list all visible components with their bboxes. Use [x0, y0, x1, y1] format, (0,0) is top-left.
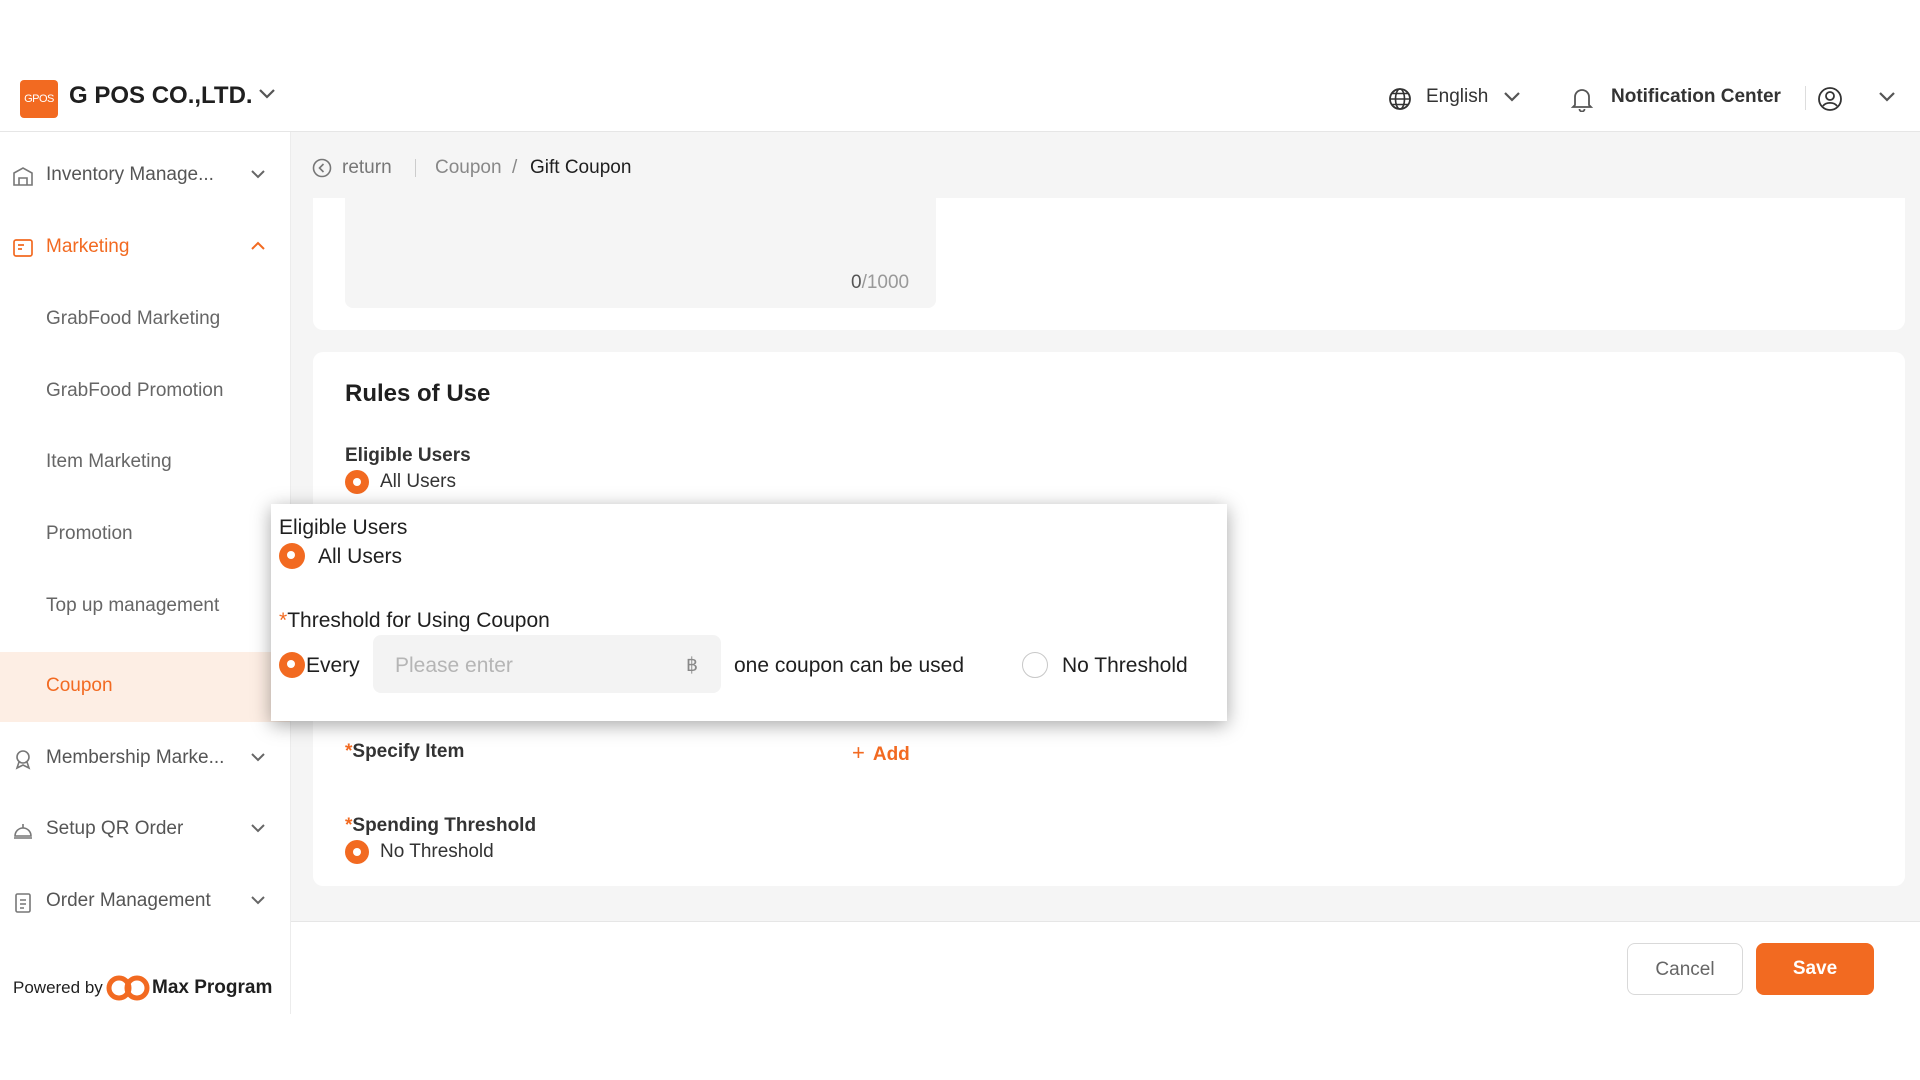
chevron-down-icon	[251, 753, 265, 762]
every-label: Every	[306, 654, 360, 677]
sidebar-item-setup-qr-order[interactable]: Setup QR Order	[0, 795, 290, 865]
sidebar-item-grabfood-promotion[interactable]: GrabFood Promotion	[0, 357, 290, 427]
chevron-down-icon[interactable]	[1878, 91, 1896, 103]
sidebar-item-promotion[interactable]: Promotion	[0, 500, 290, 570]
globe-icon[interactable]	[1388, 87, 1412, 111]
marketing-icon	[13, 239, 33, 257]
chevron-down-icon	[251, 824, 265, 833]
counter-max: /1000	[861, 272, 910, 293]
save-button[interactable]: Save	[1756, 943, 1874, 995]
threshold-amount-placeholder: Please enter	[395, 654, 513, 677]
sidebar-item-label: Marketing	[46, 236, 130, 257]
required-mark: *	[279, 609, 288, 632]
chevron-down-icon	[251, 896, 265, 905]
add-item-button[interactable]: + Add	[852, 740, 910, 766]
sidebar-item-label: Order Management	[46, 890, 211, 911]
sidebar-item-label: Coupon	[46, 675, 113, 696]
back-circle-icon[interactable]	[312, 158, 332, 178]
chevron-down-icon[interactable]	[258, 88, 276, 100]
counter-current: 0	[851, 272, 862, 293]
language-selector[interactable]: English	[1426, 86, 1488, 108]
sidebar-item-inventory[interactable]: Inventory Manage...	[0, 141, 290, 211]
sidebar-item-grabfood-marketing[interactable]: GrabFood Marketing	[0, 285, 290, 355]
breadcrumb-current: Gift Coupon	[530, 157, 632, 178]
spending-threshold-label: *Spending Threshold	[345, 815, 536, 837]
description-textarea[interactable]	[345, 198, 936, 308]
all-users-option: All Users	[380, 471, 457, 492]
return-link[interactable]: return	[342, 157, 392, 179]
chevron-up-icon	[251, 241, 265, 250]
powered-by-label: Powered by	[13, 978, 103, 997]
sidebar-item-coupon[interactable]: Coupon	[0, 652, 290, 722]
popup-all-users-radio[interactable]	[279, 543, 305, 569]
sidebar-item-label: Item Marketing	[46, 451, 172, 472]
membership-icon	[15, 750, 31, 770]
sidebar-item-item-marketing[interactable]: Item Marketing	[0, 428, 290, 498]
add-label: Add	[872, 744, 910, 765]
breadcrumb-separator: /	[512, 157, 518, 178]
clipboard-icon	[15, 893, 31, 913]
breadcrumb-divider	[415, 159, 416, 177]
service-bell-icon	[14, 824, 32, 839]
breadcrumb-coupon[interactable]: Coupon	[435, 157, 502, 179]
spending-threshold-text: Spending Threshold	[352, 815, 537, 836]
all-users-radio[interactable]	[345, 470, 369, 494]
bell-icon[interactable]	[1570, 86, 1594, 112]
popup-eligible-users-label: Eligible Users	[279, 516, 408, 539]
sidebar-item-top-up[interactable]: Top up management	[0, 572, 290, 642]
sidebar-item-label: Top up management	[46, 595, 220, 616]
baht-currency-icon: ฿	[686, 655, 699, 676]
sidebar-item-membership[interactable]: Membership Marke...	[0, 724, 290, 794]
no-threshold-radio-popup[interactable]	[1022, 652, 1048, 678]
max-program-logo	[106, 975, 150, 1001]
no-threshold-radio[interactable]	[345, 840, 369, 864]
chevron-down-icon	[251, 170, 265, 179]
chevron-down-icon[interactable]	[1503, 91, 1521, 103]
warehouse-icon	[13, 167, 33, 186]
sidebar-item-label: GrabFood Marketing	[46, 308, 221, 329]
threshold-label-text: Threshold for Using Coupon	[287, 609, 550, 632]
sidebar-item-label: GrabFood Promotion	[46, 380, 224, 401]
sidebar-item-label: Setup QR Order	[46, 818, 184, 839]
popup-all-users-option: All Users	[318, 545, 403, 568]
header-divider	[1805, 86, 1806, 110]
threshold-label: *Threshold for Using Coupon	[279, 609, 550, 633]
sidebar-item-label: Inventory Manage...	[46, 164, 214, 185]
specify-item-label: *Specify Item	[345, 741, 464, 763]
no-threshold-label: No Threshold	[1062, 654, 1188, 677]
eligible-users-label: Eligible Users	[345, 445, 471, 466]
cancel-button[interactable]: Cancel	[1627, 943, 1743, 995]
rules-of-use-title: Rules of Use	[345, 380, 491, 407]
sidebar-item-label: Membership Marke...	[46, 747, 225, 768]
user-avatar-icon[interactable]	[1817, 86, 1843, 112]
company-name[interactable]: G POS CO.,LTD.	[69, 82, 253, 110]
sidebar-item-order-management[interactable]: Order Management	[0, 867, 290, 937]
every-radio[interactable]	[279, 652, 305, 678]
sidebar-item-marketing[interactable]: Marketing	[0, 213, 290, 283]
no-threshold-option: No Threshold	[380, 841, 494, 862]
max-program-brand: Max Program	[152, 977, 273, 998]
specify-item-text: Specify Item	[352, 741, 465, 762]
sidebar: Inventory Manage... Marketing GrabFood M…	[0, 132, 291, 1014]
plus-icon: +	[852, 740, 865, 765]
character-counter: 0/1000	[851, 272, 909, 294]
company-logo: GPOS	[20, 80, 58, 118]
sidebar-item-label: Promotion	[46, 523, 133, 544]
coupon-usage-suffix: one coupon can be used	[734, 654, 965, 677]
notification-center-link[interactable]: Notification Center	[1611, 86, 1781, 108]
